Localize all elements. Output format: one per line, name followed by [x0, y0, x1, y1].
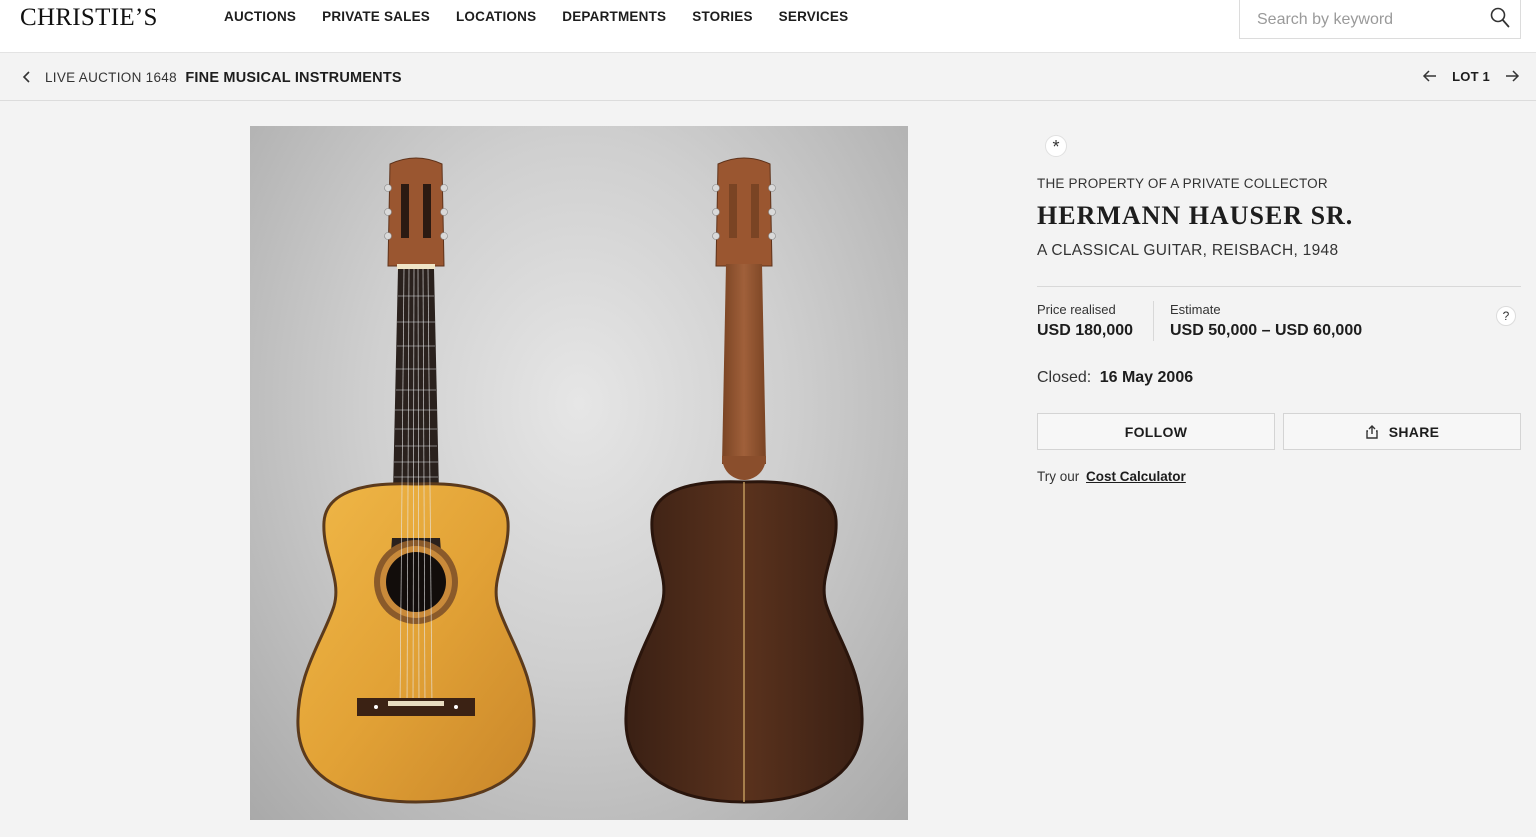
- arrow-left-icon[interactable]: [1422, 68, 1438, 84]
- cost-calculator-prefix: Try our: [1037, 469, 1080, 484]
- divider: [1037, 286, 1521, 287]
- breadcrumb-sale-title[interactable]: FINE MUSICAL INSTRUMENTS: [185, 70, 401, 86]
- chevron-left-icon[interactable]: [20, 69, 34, 85]
- guitar-back: [624, 157, 864, 804]
- nav-locations[interactable]: LOCATIONS: [456, 9, 536, 24]
- price-realised-value: USD 180,000: [1037, 322, 1134, 339]
- guitar-front: [296, 157, 536, 804]
- follow-button-label: FOLLOW: [1124, 423, 1188, 440]
- main-nav: AUCTIONS PRIVATE SALES LOCATIONS DEPARTM…: [224, 9, 874, 24]
- closed-date: 16 May 2006: [1099, 369, 1194, 386]
- christies-logo[interactable]: CHRISTIE’S: [20, 4, 158, 32]
- breadcrumb: LIVE AUCTION 1648 FINE MUSICAL INSTRUMEN…: [45, 69, 402, 87]
- asterisk-badge: *: [1045, 135, 1067, 157]
- lot-image[interactable]: [250, 126, 908, 820]
- lot-number: LOT 1: [1452, 68, 1490, 84]
- provenance-line: THE PROPERTY OF A PRIVATE COLLECTOR: [1037, 176, 1328, 191]
- follow-button[interactable]: FOLLOW: [1037, 413, 1275, 450]
- search-icon[interactable]: [1490, 7, 1510, 29]
- price-separator: [1153, 301, 1154, 341]
- closed-row: Closed: 16 May 2006: [1037, 369, 1193, 387]
- price-realised: Price realised USD 180,000: [1037, 302, 1133, 340]
- search-input[interactable]: [1257, 9, 1477, 31]
- estimate: Estimate USD 50,000 – USD 60,000: [1170, 302, 1362, 340]
- nav-departments[interactable]: DEPARTMENTS: [562, 9, 666, 24]
- nav-stories[interactable]: STORIES: [692, 9, 752, 24]
- arrow-right-icon[interactable]: [1504, 68, 1520, 84]
- price-realised-label: Price realised: [1037, 302, 1116, 317]
- lot-title: HERMANN HAUSER SR.: [1037, 201, 1354, 230]
- help-icon[interactable]: ?: [1496, 306, 1516, 326]
- sub-header: LIVE AUCTION 1648 FINE MUSICAL INSTRUMEN…: [0, 53, 1536, 101]
- share-button-label: SHARE: [1388, 423, 1440, 440]
- breadcrumb-auction-number[interactable]: LIVE AUCTION 1648: [45, 70, 177, 85]
- estimate-value: USD 50,000 – USD 60,000: [1170, 322, 1363, 339]
- lot-subtitle: A CLASSICAL GUITAR, REISBACH, 1948: [1037, 242, 1339, 259]
- lot-navigation: LOT 1: [1422, 68, 1520, 84]
- nav-services[interactable]: SERVICES: [779, 9, 849, 24]
- share-icon: [1366, 424, 1378, 439]
- search-box: [1239, 0, 1521, 39]
- nav-private-sales[interactable]: PRIVATE SALES: [322, 9, 430, 24]
- closed-label: Closed:: [1037, 369, 1092, 386]
- nav-auctions[interactable]: AUCTIONS: [224, 9, 296, 24]
- cost-calculator-row: Try our Cost Calculator: [1037, 469, 1186, 484]
- share-button[interactable]: SHARE: [1283, 413, 1521, 450]
- cost-calculator-link[interactable]: Cost Calculator: [1086, 469, 1186, 484]
- estimate-label: Estimate: [1170, 302, 1221, 317]
- guitar-photo: [296, 157, 864, 804]
- top-header: CHRISTIE’S AUCTIONS PRIVATE SALES LOCATI…: [0, 0, 1536, 53]
